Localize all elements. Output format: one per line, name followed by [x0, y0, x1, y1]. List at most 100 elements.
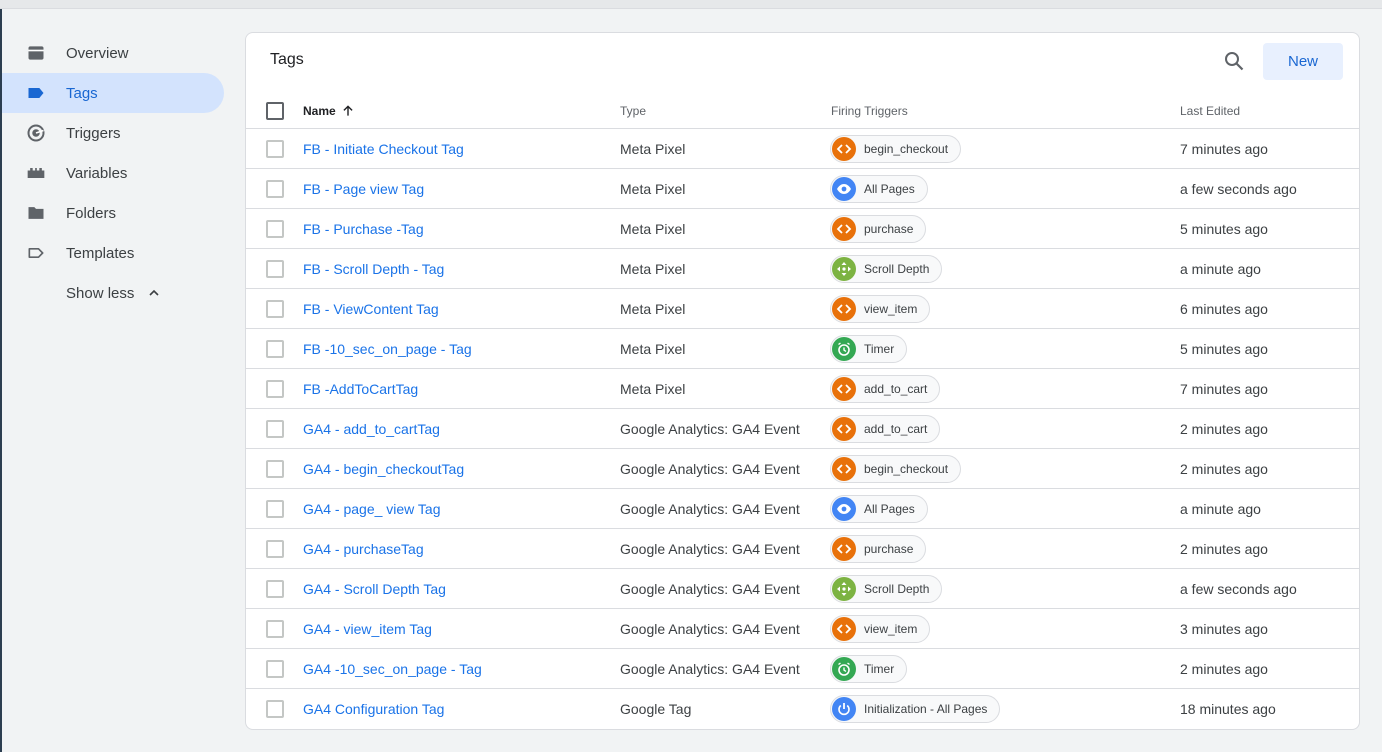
trigger-chip[interactable]: view_item: [830, 294, 931, 323]
tag-type: Meta Pixel: [620, 220, 686, 237]
sidebar-item-variables[interactable]: Variables: [2, 153, 224, 193]
header-firing-triggers[interactable]: Firing Triggers: [831, 104, 908, 118]
table-row[interactable]: FB -10_sec_on_page - Tag Meta Pixel Timer 5…: [246, 329, 1359, 369]
table-row[interactable]: GA4 - purchaseTag Google Analytics: GA4 E…: [246, 529, 1359, 569]
tag-type: Meta Pixel: [620, 180, 686, 197]
custom-event-icon: [832, 296, 856, 321]
table-row[interactable]: FB - ViewContent Tag Meta Pixel view_item 6…: [246, 289, 1359, 329]
trigger-chip[interactable]: Timer: [830, 654, 908, 683]
row-checkbox[interactable]: [266, 579, 284, 598]
sidebar-item-folders[interactable]: Folders: [2, 193, 224, 233]
power-icon: [832, 697, 856, 721]
trigger-chip[interactable]: begin_checkout: [830, 134, 962, 163]
trigger-chip[interactable]: All Pages: [830, 174, 928, 203]
tag-name-cell: FB - Initiate Checkout Tag: [303, 141, 464, 157]
trigger-cell: Scroll Depth: [830, 254, 943, 283]
trigger-chip[interactable]: All Pages: [830, 494, 928, 523]
header-type[interactable]: Type: [620, 104, 646, 118]
trigger-chip[interactable]: begin_checkout: [830, 454, 962, 483]
trigger-chip[interactable]: purchase: [830, 534, 927, 563]
trigger-chip[interactable]: Timer: [830, 334, 908, 363]
tag-name-link[interactable]: FB - ViewContent Tag: [303, 301, 439, 317]
row-checkbox[interactable]: [266, 379, 284, 398]
trigger-chip[interactable]: purchase: [830, 214, 927, 243]
table-row[interactable]: FB - Page view Tag Meta Pixel All Pages a f…: [246, 169, 1359, 209]
tag-name-cell: GA4 - Scroll Depth Tag: [303, 581, 446, 597]
row-checkbox[interactable]: [266, 299, 284, 318]
last-edited: 3 minutes ago: [1180, 620, 1268, 637]
tag-type: Google Analytics: GA4 Event: [620, 540, 800, 557]
sidebar-item-label: Variables: [66, 164, 128, 182]
sidebar-item-tags[interactable]: Tags: [2, 73, 224, 113]
table-row[interactable]: FB - Initiate Checkout Tag Meta Pixel begi…: [246, 129, 1359, 169]
tag-name-link[interactable]: GA4 - view_item Tag: [303, 621, 432, 637]
tag-type: Google Analytics: GA4 Event: [620, 580, 800, 597]
row-checkbox[interactable]: [266, 419, 284, 438]
last-edited: 2 minutes ago: [1180, 460, 1268, 477]
tag-name-link[interactable]: GA4 - purchaseTag: [303, 541, 424, 557]
page-title: Tags: [270, 51, 304, 68]
table-row[interactable]: FB -AddToCartTag Meta Pixel add_to_cart 7 m…: [246, 369, 1359, 409]
tag-name-link[interactable]: FB -10_sec_on_page - Tag: [303, 341, 472, 357]
table-header: Name Type Firing Triggers Last Edited: [246, 93, 1359, 129]
row-checkbox[interactable]: [266, 459, 284, 478]
row-checkbox[interactable]: [266, 179, 284, 198]
trigger-chip-label: All Pages: [864, 501, 915, 516]
table-row[interactable]: GA4 Configuration Tag Google Tag Initializ…: [246, 689, 1359, 729]
trigger-chip[interactable]: Scroll Depth: [830, 574, 943, 603]
new-tag-button[interactable]: New: [1263, 43, 1343, 80]
row-checkbox[interactable]: [266, 499, 284, 518]
header-last-edited[interactable]: Last Edited: [1180, 104, 1240, 118]
search-button[interactable]: [1222, 49, 1246, 73]
tag-name-link[interactable]: GA4 - page_ view Tag: [303, 501, 441, 517]
tag-name-link[interactable]: GA4 -10_sec_on_page - Tag: [303, 661, 482, 677]
trigger-chip[interactable]: Initialization - All Pages: [830, 695, 1001, 723]
table-row[interactable]: FB - Purchase -Tag Meta Pixel purchase 5 mi…: [246, 209, 1359, 249]
sidebar-item-triggers[interactable]: Triggers: [2, 113, 224, 153]
table-row[interactable]: GA4 - view_item Tag Google Analytics: GA4…: [246, 609, 1359, 649]
row-checkbox[interactable]: [266, 659, 284, 678]
custom-event-icon: [832, 536, 856, 561]
select-all-checkbox[interactable]: [266, 101, 284, 120]
trigger-cell: view_item: [830, 614, 931, 643]
tag-name-link[interactable]: FB -AddToCartTag: [303, 381, 418, 397]
trigger-chip[interactable]: view_item: [830, 614, 931, 643]
header-name[interactable]: Name: [303, 104, 355, 118]
tag-name-link[interactable]: FB - Purchase -Tag: [303, 221, 424, 237]
row-checkbox[interactable]: [266, 700, 284, 718]
row-checkbox[interactable]: [266, 139, 284, 158]
trigger-cell: add_to_cart: [830, 374, 941, 403]
tag-name-link[interactable]: FB - Page view Tag: [303, 181, 424, 197]
custom-event-icon: [832, 456, 856, 481]
tag-name-link[interactable]: GA4 Configuration Tag: [303, 701, 444, 717]
table-row[interactable]: GA4 - begin_checkoutTag Google Analytics:…: [246, 449, 1359, 489]
trigger-chip-label: add_to_cart: [864, 421, 928, 436]
row-checkbox[interactable]: [266, 339, 284, 358]
trigger-chip[interactable]: add_to_cart: [830, 414, 941, 443]
tag-name-link[interactable]: FB - Initiate Checkout Tag: [303, 141, 464, 157]
table-row[interactable]: GA4 -10_sec_on_page - Tag Google Analytic…: [246, 649, 1359, 689]
sidebar-item-overview[interactable]: Overview: [2, 33, 224, 73]
row-checkbox[interactable]: [266, 539, 284, 558]
table-row[interactable]: GA4 - add_to_cartTag Google Analytics: GA…: [246, 409, 1359, 449]
trigger-cell: Timer: [830, 334, 908, 363]
show-less-button[interactable]: Show less: [2, 273, 224, 313]
sidebar-item-templates[interactable]: Templates: [2, 233, 224, 273]
tag-name-link[interactable]: GA4 - add_to_cartTag: [303, 421, 440, 437]
trigger-cell: purchase: [830, 534, 927, 563]
row-checkbox[interactable]: [266, 219, 284, 238]
row-checkbox[interactable]: [266, 259, 284, 278]
trigger-cell: purchase: [830, 214, 927, 243]
table-row[interactable]: GA4 - page_ view Tag Google Analytics: GA…: [246, 489, 1359, 529]
trigger-icon: [25, 122, 47, 144]
sidebar-item-label: Triggers: [66, 124, 121, 142]
tag-name-link[interactable]: GA4 - Scroll Depth Tag: [303, 581, 446, 597]
trigger-chip[interactable]: Scroll Depth: [830, 254, 943, 283]
tag-name-link[interactable]: GA4 - begin_checkoutTag: [303, 461, 464, 477]
row-checkbox[interactable]: [266, 619, 284, 638]
table-row[interactable]: GA4 - Scroll Depth Tag Google Analytics: …: [246, 569, 1359, 609]
trigger-cell: All Pages: [830, 174, 928, 203]
tag-name-link[interactable]: FB - Scroll Depth - Tag: [303, 261, 444, 277]
trigger-chip[interactable]: add_to_cart: [830, 374, 941, 403]
table-row[interactable]: FB - Scroll Depth - Tag Meta Pixel Scroll …: [246, 249, 1359, 289]
